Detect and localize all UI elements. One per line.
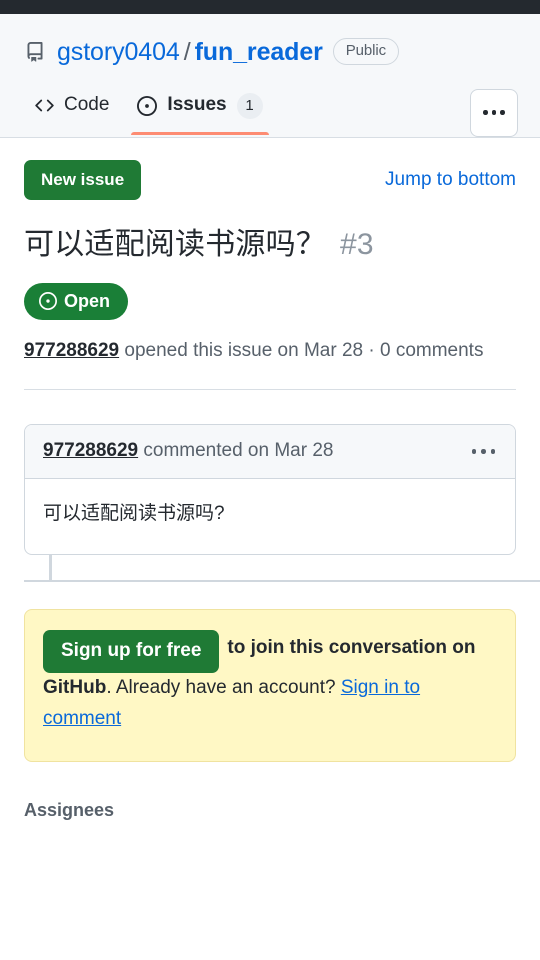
top-dark-bar (0, 0, 540, 14)
tab-code-label: Code (64, 94, 110, 116)
new-issue-button[interactable]: New issue (24, 159, 142, 201)
issue-author-link[interactable]: 977288629 (24, 340, 119, 361)
issues-count-badge: 1 (236, 92, 263, 119)
issue-metadata: 977288629 opened this issue on Mar 28 · … (24, 336, 516, 367)
tab-list: Code Issues 1 (24, 85, 277, 135)
tab-issues-label: Issues (167, 94, 227, 116)
visibility-badge: Public (332, 38, 400, 65)
repo-nav-tabs: Code Issues 1 (0, 85, 540, 137)
status-badge-label: Open (64, 290, 111, 311)
code-icon (34, 96, 54, 116)
issue-opened-icon (137, 95, 158, 116)
timeline-connector (24, 555, 540, 589)
issue-number: #3 (340, 228, 374, 262)
jump-to-bottom-link[interactable]: Jump to bottom (385, 169, 516, 191)
issue-opened-icon (38, 292, 57, 311)
issue-timeline: 977288629 commented on Mar 28 可以适配阅读书源吗? (24, 424, 540, 589)
comment-byline-text: commented on Mar 28 (138, 440, 334, 462)
repo-book-icon (24, 41, 46, 63)
repo-breadcrumb: gstory0404/fun_reader Public (0, 14, 540, 85)
kebab-horizontal-icon (483, 110, 488, 115)
comment-card: 977288629 commented on Mar 28 可以适配阅读书源吗? (24, 424, 516, 556)
timeline-vertical-line (49, 555, 52, 582)
issue-main-content: New issue Jump to bottom 可以适配阅读书源吗？ #3 Op… (0, 138, 540, 821)
issue-title-text: 可以适配阅读书源吗？ (24, 228, 326, 262)
kebab-horizontal-icon (471, 449, 476, 454)
tab-selected-indicator (131, 131, 269, 135)
metadata-divider (24, 389, 516, 391)
repo-path: gstory0404/fun_reader Public (57, 38, 400, 67)
issue-state-row: Open (24, 282, 516, 321)
repo-owner-link[interactable]: gstory0404 (57, 38, 180, 66)
overflow-menu-button[interactable] (470, 88, 518, 137)
comment-byline: 977288629 commented on Mar 28 (43, 440, 333, 463)
assignees-section: Assignees (24, 800, 516, 821)
repo-header: gstory0404/fun_reader Public Code Issues… (0, 14, 540, 138)
comment-menu-button[interactable] (470, 445, 498, 458)
tab-code[interactable]: Code (24, 85, 123, 135)
sign-up-button[interactable]: Sign up for free (43, 630, 220, 674)
comment-kebab-dot-3 (490, 449, 495, 454)
kebab-dot-2 (491, 110, 497, 115)
comment-body: 可以适配阅读书源吗? (43, 502, 225, 524)
assignees-heading: Assignees (24, 799, 115, 820)
issue-meta-text: opened this issue on Mar 28 · 0 comments (119, 340, 484, 362)
status-badge: Open (24, 282, 129, 321)
comment-header: 977288629 commented on Mar 28 (25, 425, 515, 479)
comment-author-link[interactable]: 977288629 (43, 440, 138, 461)
tab-issues[interactable]: Issues 1 (123, 85, 276, 135)
kebab-dot-3 (500, 110, 505, 115)
signup-prompt-banner: Sign up for free to join this conversatio… (24, 609, 516, 762)
page-title: 可以适配阅读书源吗？ #3 (24, 226, 516, 264)
repo-path-separator: / (183, 38, 191, 66)
timeline-horizontal-rule (24, 580, 540, 583)
repo-name-link[interactable]: fun_reader (195, 38, 323, 66)
comment-kebab-dot-2 (481, 449, 486, 454)
signup-banner-text: . Already have an account? (106, 677, 341, 699)
issue-action-row: New issue Jump to bottom (24, 138, 516, 201)
